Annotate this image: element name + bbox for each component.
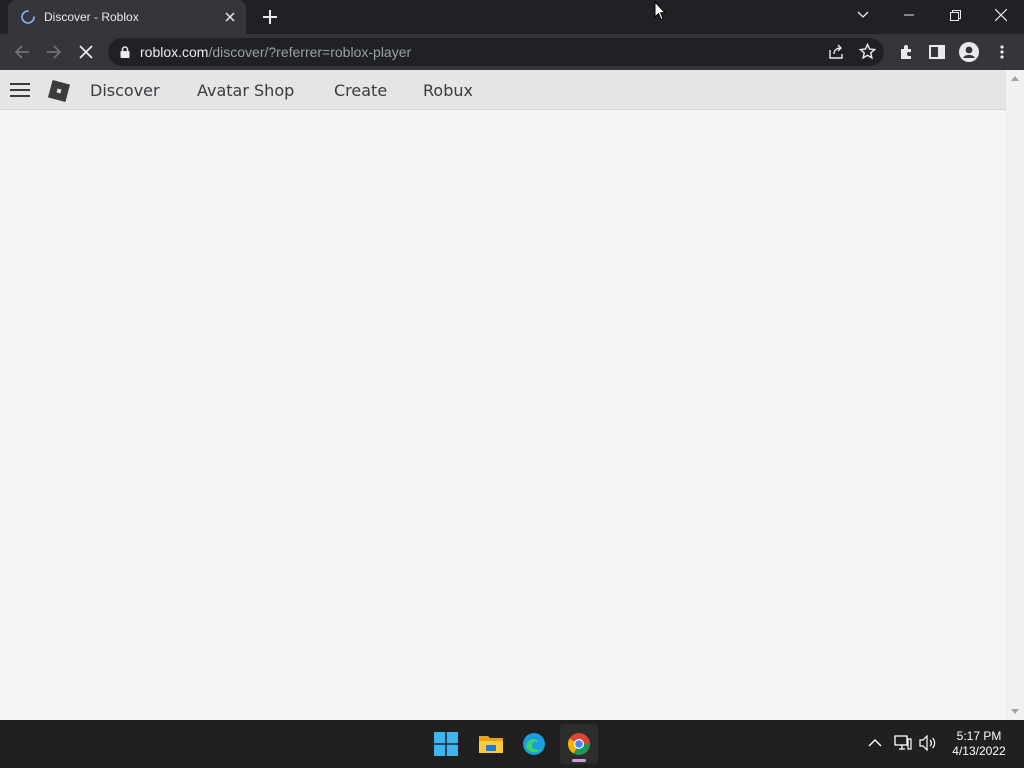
file-explorer-icon[interactable] bbox=[478, 732, 504, 756]
network-icon[interactable] bbox=[894, 735, 912, 751]
system-clock[interactable]: 5:17 PM 4/13/2022 bbox=[944, 729, 1014, 759]
roblox-logo-icon[interactable] bbox=[48, 80, 70, 102]
show-hidden-icons-chevron-icon[interactable] bbox=[868, 738, 882, 747]
profile-icon[interactable] bbox=[955, 38, 983, 66]
minimize-button[interactable] bbox=[886, 0, 932, 30]
nav-create[interactable]: Create bbox=[334, 81, 387, 100]
clock-date: 4/13/2022 bbox=[952, 744, 1006, 758]
edge-browser-icon[interactable] bbox=[522, 732, 546, 756]
page-content: Discover Avatar Shop Create Robux bbox=[0, 70, 1024, 720]
close-window-button[interactable] bbox=[978, 0, 1024, 30]
side-panel-icon[interactable] bbox=[923, 38, 951, 66]
tab-title: Discover - Roblox bbox=[44, 10, 139, 24]
hamburger-menu-icon[interactable] bbox=[10, 82, 30, 98]
windows-start-icon[interactable] bbox=[434, 732, 458, 756]
roblox-navbar: Discover Avatar Shop Create Robux bbox=[0, 70, 1006, 110]
nav-robux[interactable]: Robux bbox=[423, 81, 473, 100]
extensions-icon[interactable] bbox=[892, 38, 920, 66]
mouse-cursor-icon bbox=[654, 1, 666, 21]
nav-discover[interactable]: Discover bbox=[90, 81, 160, 100]
active-app-indicator bbox=[572, 759, 586, 762]
chrome-taskbar-button[interactable] bbox=[560, 724, 598, 764]
restore-button[interactable] bbox=[932, 0, 978, 30]
page-scrollbar[interactable] bbox=[1006, 70, 1024, 720]
tab-close-icon[interactable] bbox=[218, 5, 242, 29]
back-button[interactable] bbox=[8, 38, 36, 66]
share-icon[interactable] bbox=[828, 44, 844, 60]
nav-avatar-shop[interactable]: Avatar Shop bbox=[197, 81, 294, 100]
clock-time: 5:17 PM bbox=[956, 729, 1002, 743]
browser-titlebar: Discover - Roblox bbox=[0, 0, 1024, 34]
lock-icon bbox=[120, 46, 130, 58]
volume-icon[interactable] bbox=[919, 735, 937, 751]
url-text: roblox.com/discover/?referrer=roblox-pla… bbox=[140, 44, 412, 60]
browser-tab[interactable]: Discover - Roblox bbox=[8, 0, 246, 34]
loading-spinner-icon bbox=[21, 10, 35, 24]
windows-taskbar: 5:17 PM 4/13/2022 bbox=[0, 720, 1024, 768]
tab-search-icon[interactable] bbox=[840, 0, 886, 30]
address-bar[interactable]: roblox.com/discover/?referrer=roblox-pla… bbox=[108, 38, 884, 66]
bookmark-star-icon[interactable] bbox=[859, 43, 876, 60]
menu-kebab-icon[interactable] bbox=[988, 38, 1016, 66]
stop-loading-button[interactable] bbox=[72, 38, 100, 66]
forward-button[interactable] bbox=[40, 38, 68, 66]
new-tab-button[interactable] bbox=[258, 5, 282, 29]
chrome-icon bbox=[568, 733, 590, 755]
